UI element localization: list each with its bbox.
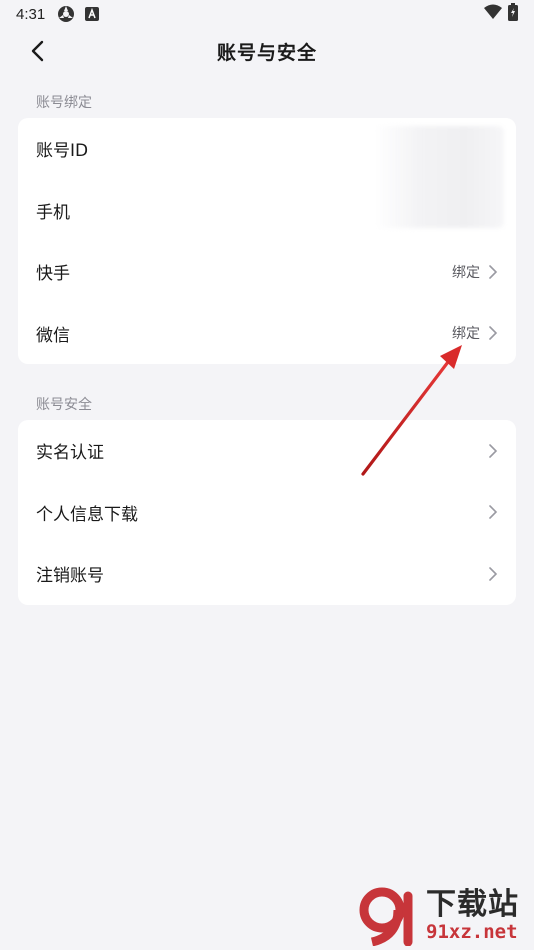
chevron-right-icon [488, 264, 498, 279]
chevron-right-icon [488, 326, 498, 341]
section-label-account-security: 账号安全 [36, 397, 92, 413]
row-label: 注销账号 [36, 566, 104, 587]
status-time: 4:31 [16, 5, 46, 23]
watermark-logo-icon [358, 886, 422, 947]
chevron-right-icon [488, 566, 498, 581]
back-button[interactable] [24, 38, 50, 64]
watermark-url: 91xz.net [426, 921, 518, 943]
row-label: 微信 [36, 325, 70, 346]
chevron-left-icon [31, 40, 44, 62]
row-account-id: 账号ID [18, 118, 516, 180]
account-security-card: 实名认证 个人信息下载 注销账号 [18, 420, 516, 605]
row-personal-info-download[interactable]: 个人信息下载 [18, 482, 516, 544]
row-real-name-verification[interactable]: 实名认证 [18, 420, 516, 482]
watermark: 下载站 91xz.net [358, 884, 528, 948]
row-cancel-account[interactable]: 注销账号 [18, 543, 516, 605]
chevron-right-icon [488, 505, 498, 520]
status-bar: 4:31 [0, 0, 534, 28]
section-label-account-binding: 账号绑定 [36, 95, 92, 111]
watermark-title: 下载站 [426, 887, 519, 922]
wifi-icon [484, 4, 502, 24]
row-wechat[interactable]: 微信 绑定 [18, 303, 516, 365]
row-label: 账号ID [36, 141, 89, 162]
page-title: 账号与安全 [216, 41, 317, 64]
account-binding-card: 账号ID 手机 快手 绑定 微信 绑定 [18, 118, 516, 364]
chevron-right-icon [488, 443, 498, 458]
a-notification-icon [85, 7, 100, 21]
bind-status: 绑定 [452, 326, 480, 343]
bind-status: 绑定 [452, 264, 480, 281]
navigation-bar: 账号与安全 [0, 28, 534, 74]
row-label: 手机 [36, 202, 70, 223]
row-kuaishou[interactable]: 快手 绑定 [18, 241, 516, 303]
row-label: 实名认证 [36, 443, 104, 464]
row-label: 个人信息下载 [36, 504, 138, 525]
row-label: 快手 [36, 264, 70, 285]
battery-icon [508, 3, 518, 25]
app-notification-icon [57, 5, 75, 23]
row-phone: 手机 [18, 180, 516, 242]
